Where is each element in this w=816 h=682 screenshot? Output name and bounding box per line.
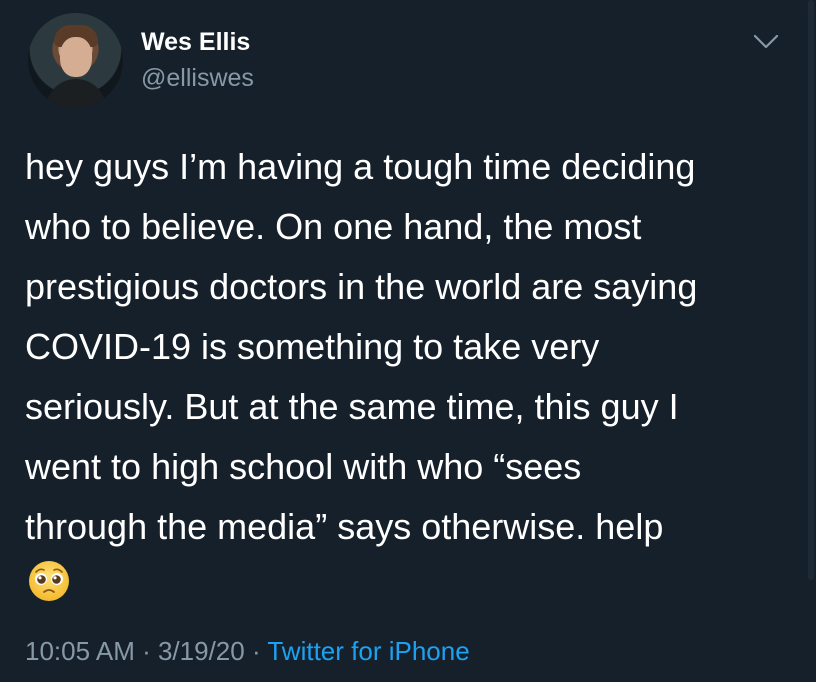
tweet-source-link[interactable]: Twitter for iPhone bbox=[267, 636, 469, 666]
avatar[interactable] bbox=[28, 13, 123, 108]
tweet-text-line: COVID-19 is something to take very bbox=[25, 326, 600, 367]
tweet-date[interactable]: 3/19/20 bbox=[158, 636, 245, 666]
tweet-text-line: through the media” says otherwise. help bbox=[25, 506, 664, 547]
author-name[interactable]: Wes Ellis bbox=[141, 28, 250, 57]
pleading-face-emoji bbox=[29, 561, 69, 601]
meta-separator: · bbox=[134, 636, 158, 666]
tweet-card: Wes Ellis @elliswes hey guys I’m having … bbox=[0, 0, 816, 682]
tweet-text-line: who to believe. On one hand, the most bbox=[25, 206, 642, 247]
author-handle[interactable]: @elliswes bbox=[141, 64, 254, 93]
avatar-face bbox=[60, 37, 92, 77]
scrollbar[interactable] bbox=[808, 0, 814, 580]
tweet-text-line: seriously. But at the same time, this gu… bbox=[25, 386, 679, 427]
tweet-text-line: hey guys I’m having a tough time decidin… bbox=[25, 146, 696, 187]
avatar-shirt bbox=[46, 79, 106, 108]
tweet-text: hey guys I’m having a tough time decidin… bbox=[25, 137, 795, 557]
tweet-text-line: went to high school with who “sees bbox=[25, 446, 582, 487]
meta-separator: · bbox=[244, 636, 268, 666]
tweet-time[interactable]: 10:05 AM bbox=[25, 636, 135, 666]
tweet-meta: 10:05 AM · 3/19/20 · Twitter for iPhone bbox=[25, 636, 470, 667]
chevron-down-icon[interactable] bbox=[752, 30, 780, 52]
tweet-text-line: prestigious doctors in the world are say… bbox=[25, 266, 698, 307]
